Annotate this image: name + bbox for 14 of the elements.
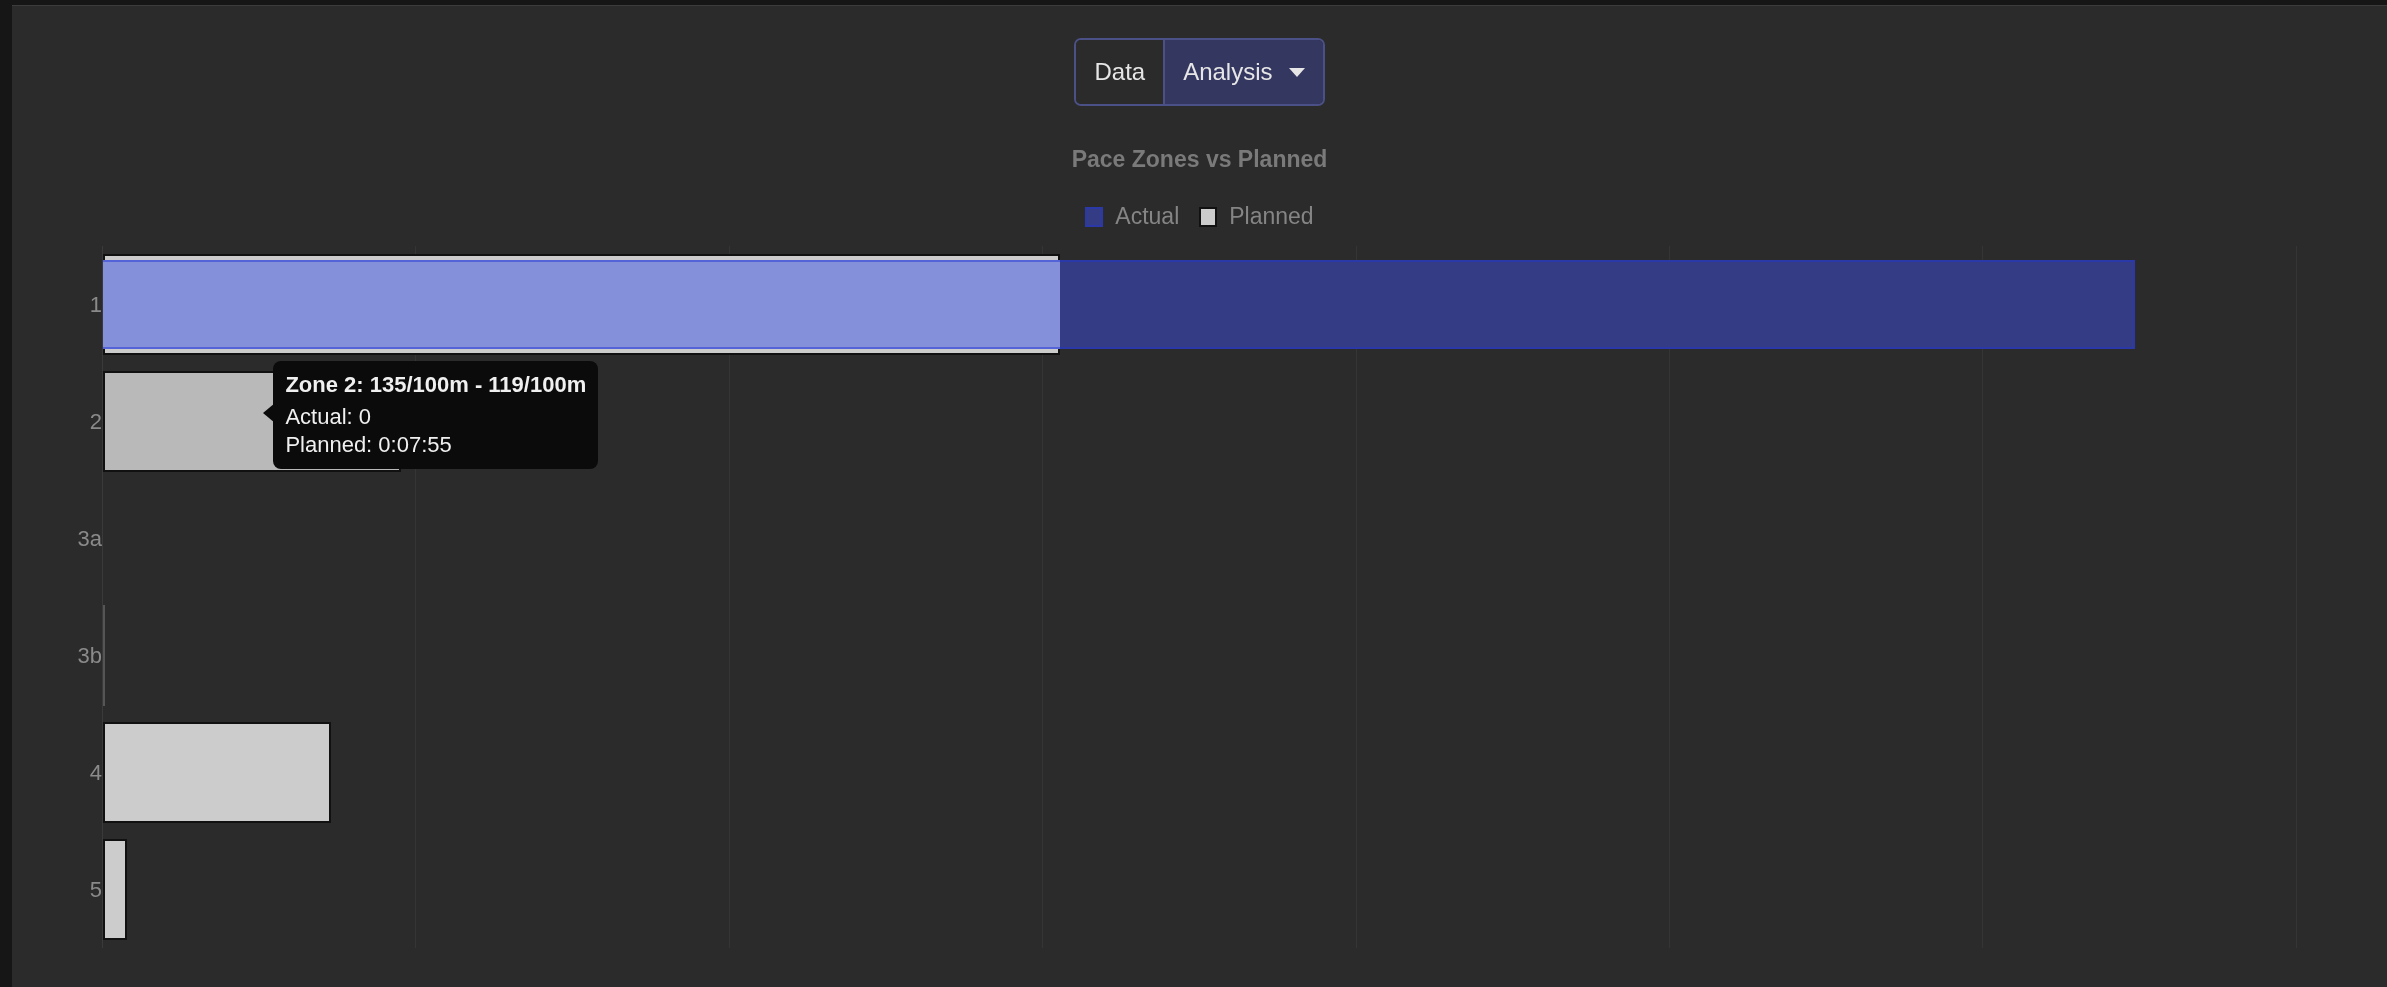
chart-title: Pace Zones vs Planned bbox=[1071, 146, 1328, 173]
legend-label[interactable]: Planned bbox=[1229, 203, 1314, 230]
axis-label: 5 bbox=[89, 876, 102, 903]
tooltip-text: Planned: 0:07:55 bbox=[285, 431, 453, 459]
axis-label: 3a bbox=[77, 525, 102, 552]
axis-label: 3b bbox=[77, 642, 102, 669]
axis-label: 2 bbox=[89, 408, 102, 435]
caret-icon bbox=[1288, 67, 1305, 77]
axis-label: 1 bbox=[89, 291, 102, 318]
tooltip-text: Actual: 0 bbox=[285, 403, 372, 431]
legend-label[interactable]: Actual bbox=[1115, 203, 1180, 230]
axis-label: 4 bbox=[89, 759, 102, 786]
analysis-dropdown[interactable]: Analysis bbox=[1163, 40, 1323, 104]
tooltip-title: Zone 2: 135/100m - 119/100m bbox=[285, 371, 587, 399]
